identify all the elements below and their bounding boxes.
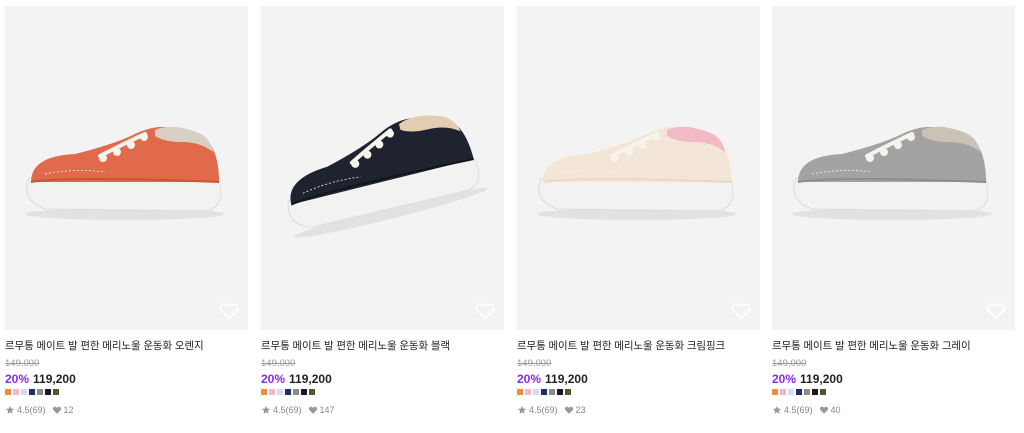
like-count: 12: [63, 405, 74, 415]
color-swatch[interactable]: [541, 389, 547, 395]
color-swatch[interactable]: [796, 389, 802, 395]
review-meta: 4.5(69) 12: [5, 404, 248, 416]
discount-rate: 20%: [5, 372, 30, 386]
product-card[interactable]: 르무통 메이트 발 편한 메리노울 운동화 그레이 149,000 20% 119,2…: [772, 6, 1015, 416]
price-row: 20% 119,200: [517, 372, 760, 387]
color-swatch[interactable]: [29, 389, 35, 395]
sale-price: 119,200: [289, 372, 332, 386]
product-title[interactable]: 르무통 메이트 발 편한 메리노울 운동화 오렌지: [5, 339, 241, 354]
like-count: 147: [319, 405, 335, 415]
heart-icon[interactable]: [730, 300, 752, 322]
shoe-illustration: [287, 115, 488, 238]
color-swatch[interactable]: [788, 389, 794, 395]
color-swatch[interactable]: [780, 389, 786, 395]
price-row: 20% 119,200: [5, 372, 248, 387]
product-card[interactable]: 르무통 메이트 발 편한 메리노울 운동화 블랙 149,000 20% 119,20…: [261, 6, 504, 416]
like-count-icon: [819, 406, 828, 414]
heart-icon[interactable]: [985, 300, 1007, 322]
color-swatch[interactable]: [53, 389, 59, 395]
heart-icon[interactable]: [218, 300, 240, 322]
star-icon: [261, 405, 271, 414]
original-price: 149,000: [5, 358, 40, 369]
like-count-icon: [564, 406, 573, 414]
product-card[interactable]: 르무통 메이트 발 편한 메리노울 운동화 오렌지 149,000 20% 119,2…: [5, 6, 248, 416]
color-swatch[interactable]: [13, 389, 19, 395]
review-meta: 4.5(69) 40: [772, 404, 1015, 416]
color-swatch[interactable]: [812, 389, 818, 395]
price-row: 20% 119,200: [772, 372, 1015, 387]
color-swatch[interactable]: [557, 389, 563, 395]
product-title[interactable]: 르무통 메이트 발 편한 메리노울 운동화 블랙: [261, 339, 497, 354]
star-icon: [5, 405, 15, 414]
like-count: 23: [575, 405, 586, 415]
color-swatch[interactable]: [772, 389, 778, 395]
color-swatches: [517, 389, 760, 396]
product-image[interactable]: [517, 6, 760, 330]
rating: 4.5(69): [17, 405, 46, 415]
sale-price: 119,200: [545, 372, 588, 386]
review-meta: 4.5(69) 147: [261, 404, 504, 416]
star-icon: [517, 405, 527, 414]
rating: 4.5(69): [529, 405, 558, 415]
color-swatch[interactable]: [21, 389, 27, 395]
color-swatch[interactable]: [5, 389, 11, 395]
color-swatches: [5, 389, 248, 396]
like-count-icon: [308, 406, 317, 414]
review-meta: 4.5(69) 23: [517, 404, 760, 416]
product-card[interactable]: 르무통 메이트 발 편한 메리노울 운동화 크림핑크 149,000 20% 119,…: [517, 6, 760, 416]
color-swatch[interactable]: [37, 389, 43, 395]
like-count-icon: [52, 406, 61, 414]
product-image[interactable]: [772, 6, 1015, 330]
product-image[interactable]: [5, 6, 248, 330]
rating: 4.5(69): [273, 405, 302, 415]
color-swatch[interactable]: [45, 389, 51, 395]
color-swatches: [772, 389, 1015, 396]
heart-icon[interactable]: [474, 300, 496, 322]
color-swatch[interactable]: [565, 389, 571, 395]
color-swatches: [261, 389, 504, 396]
color-swatch[interactable]: [525, 389, 531, 395]
like-count: 40: [830, 405, 841, 415]
product-title[interactable]: 르무통 메이트 발 편한 메리노울 운동화 그레이: [772, 339, 1008, 354]
original-price: 149,000: [517, 358, 552, 369]
color-swatch[interactable]: [301, 389, 307, 395]
color-swatch[interactable]: [285, 389, 291, 395]
original-price: 149,000: [772, 358, 807, 369]
color-swatch[interactable]: [261, 389, 267, 395]
color-swatch[interactable]: [517, 389, 523, 395]
product-title[interactable]: 르무통 메이트 발 편한 메리노울 운동화 크림핑크: [517, 339, 753, 354]
price-row: 20% 119,200: [261, 372, 504, 387]
discount-rate: 20%: [261, 372, 286, 386]
color-swatch[interactable]: [533, 389, 539, 395]
discount-rate: 20%: [772, 372, 797, 386]
original-price: 149,000: [261, 358, 296, 369]
color-swatch[interactable]: [309, 389, 315, 395]
sale-price: 119,200: [800, 372, 843, 386]
color-swatch[interactable]: [269, 389, 275, 395]
color-swatch[interactable]: [820, 389, 826, 395]
shoe-illustration: [537, 126, 737, 220]
color-swatch[interactable]: [549, 389, 555, 395]
sale-price: 119,200: [33, 372, 76, 386]
shoe-illustration: [25, 126, 225, 220]
color-swatch[interactable]: [277, 389, 283, 395]
discount-rate: 20%: [517, 372, 542, 386]
color-swatch[interactable]: [804, 389, 810, 395]
rating: 4.5(69): [784, 405, 813, 415]
color-swatch[interactable]: [293, 389, 299, 395]
shoe-illustration: [792, 126, 992, 220]
product-image[interactable]: [261, 6, 504, 330]
star-icon: [772, 405, 782, 414]
